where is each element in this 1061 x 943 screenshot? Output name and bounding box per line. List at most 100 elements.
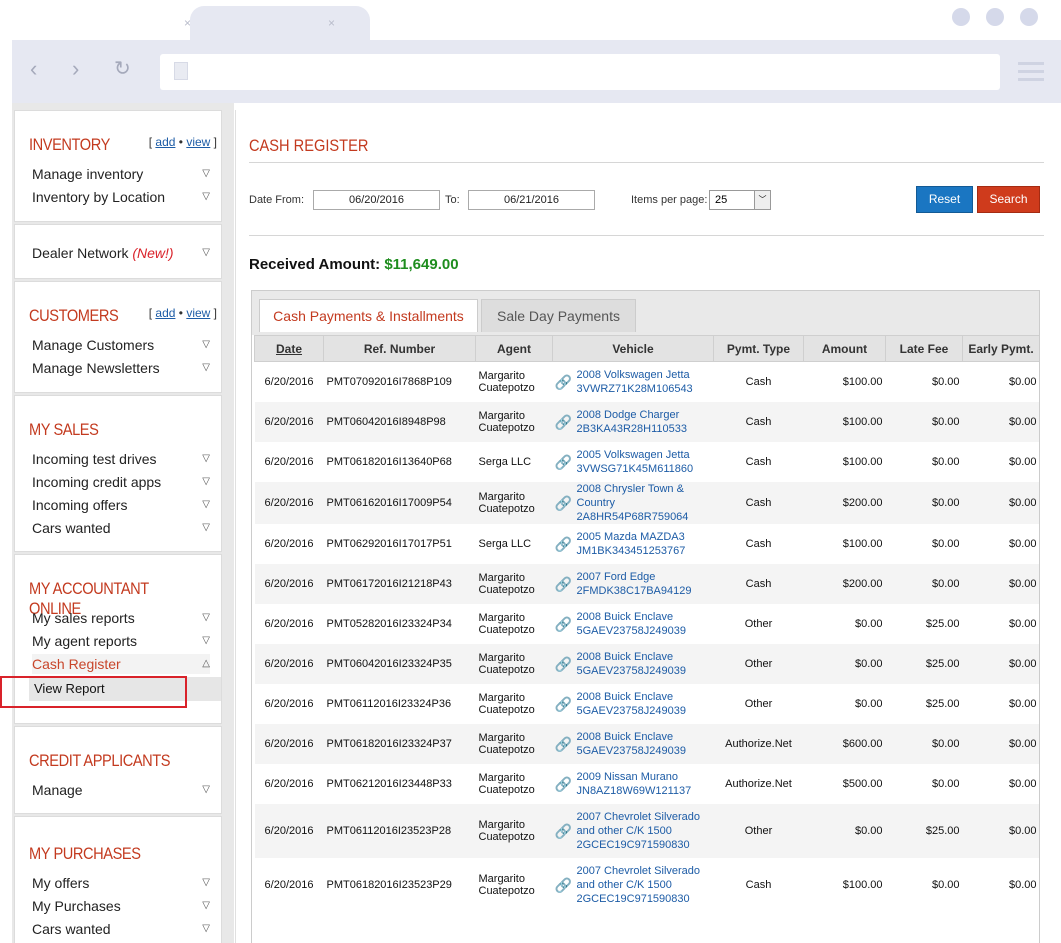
chevron-up-icon: △	[202, 658, 210, 669]
tab-sale-day-payments[interactable]: Sale Day Payments	[481, 299, 636, 332]
my-purchases-panel: MY PURCHASES My offers ▽ My Purchases ▽ Ca…	[14, 816, 222, 943]
sidebar-item-dealer-network[interactable]: Dealer Network (New!) ▽	[32, 243, 210, 263]
sidebar-item-manage-inventory[interactable]: Manage inventory ▽	[32, 164, 210, 184]
sidebar-item-my-sales-reports[interactable]: My sales reports ▽	[32, 608, 210, 628]
cell-early-payment: $0.00	[962, 481, 1039, 524]
items-per-page-select[interactable]: 25 ﹀	[709, 190, 771, 210]
inventory-links: [ add • view ]	[148, 135, 217, 149]
link-icon: 🔗	[554, 775, 572, 792]
sidebar-item-manage[interactable]: Manage ▽	[32, 780, 210, 800]
sidebar-item-incoming-credit-apps[interactable]: Incoming credit apps ▽	[32, 472, 210, 492]
date-from-input[interactable]: 06/20/2016	[313, 190, 440, 210]
received-amount-value: $11,649.00	[384, 256, 459, 273]
cell-date: 6/20/2016	[254, 643, 324, 684]
column-header-agent: Agent	[475, 335, 553, 362]
cell-late-fee: $25.00	[925, 617, 960, 630]
cell-date: 6/20/2016	[254, 803, 324, 858]
items-per-page-label: Items per page:	[631, 194, 708, 206]
cell-vehicle[interactable]: 🔗 2005 Volkswagen Jetta 3VWSG71K45M611860	[553, 442, 714, 482]
cell-early-payment: $0.00	[1008, 537, 1037, 550]
reset-button[interactable]: Reset	[916, 186, 973, 213]
search-button[interactable]: Search	[977, 186, 1040, 213]
inventory-panel: INVENTORY [ add • view ] Manage inventor…	[14, 110, 222, 222]
sidebar-item-inventory-by-location[interactable]: Inventory by Location ▽	[32, 187, 210, 207]
sidebar-item-cash-register[interactable]: Cash Register △	[32, 654, 210, 674]
sidebar-item-manage-customers[interactable]: Manage Customers ▽	[32, 335, 210, 355]
table-row: 6/20/2016 PMT06042016I8948P98 Margarito …	[254, 401, 1039, 442]
sidebar-item-my-offers[interactable]: My offers ▽	[32, 873, 210, 893]
cell-agent: Margarito Cuatepotzo	[475, 643, 553, 684]
reload-icon[interactable]: ↻	[114, 58, 131, 80]
sidebar-item-cars-wanted[interactable]: Cars wanted ▽	[32, 518, 210, 538]
customers-view-link[interactable]: view	[186, 306, 210, 320]
window-maximize-button[interactable]	[986, 8, 1004, 26]
date-to-input[interactable]: 06/21/2016	[468, 190, 595, 210]
cell-vehicle[interactable]: 🔗 2007 Chevrolet Silverado and other C/K …	[552, 803, 714, 858]
close-tab-icon[interactable]: ×	[328, 16, 335, 30]
cell-vehicle[interactable]: 🔗 2008 Buick Enclave 5GAEV23758J249039	[552, 643, 714, 684]
window-close-button[interactable]	[1020, 8, 1038, 26]
cell-payment-type: Cash	[745, 878, 772, 891]
cell-agent: Margarito Cuatepotzo	[478, 611, 535, 636]
back-icon[interactable]: ‹	[30, 58, 37, 80]
vehicle-name: 2005 Volkswagen Jetta	[576, 448, 690, 461]
cell-early-payment: $0.00	[1008, 455, 1037, 468]
cell-early-payment: $0.00	[1008, 878, 1037, 891]
cell-early-payment: $0.00	[962, 643, 1039, 684]
browser-tab[interactable]: ×	[30, 6, 200, 40]
cell-vehicle[interactable]: 🔗 2008 Buick Enclave 5GAEV23758J249039	[552, 723, 714, 764]
cell-agent: Margarito Cuatepotzo	[478, 691, 535, 716]
chevron-down-icon: ▽	[202, 522, 210, 533]
divider	[249, 162, 1044, 163]
tab-cash-payments[interactable]: Cash Payments & Installments	[259, 299, 478, 332]
cell-date: 6/20/2016	[264, 537, 314, 550]
link-icon: 🔗	[554, 695, 572, 712]
sidebar-item-my-purchases[interactable]: My Purchases ▽	[32, 896, 210, 916]
window-minimize-button[interactable]	[952, 8, 970, 26]
cell-amount: $500.00	[842, 777, 883, 790]
inventory-view-link[interactable]: view	[186, 135, 210, 149]
cell-vehicle[interactable]: 🔗 2008 Buick Enclave 5GAEV23758J249039	[553, 684, 714, 724]
cell-payment-type: Other	[744, 617, 773, 630]
link-icon: 🔗	[554, 615, 572, 632]
cell-vehicle[interactable]: 🔗 2008 Volkswagen Jetta 3VWRZ71K28M106543	[553, 362, 714, 402]
cell-vehicle[interactable]: 🔗 2005 Mazda MAZDA3 JM1BK343451253767	[553, 524, 714, 564]
customers-add-link[interactable]: add	[155, 306, 175, 320]
cell-vehicle[interactable]: 🔗 2007 Ford Edge 2FMDK38C17BA94129	[552, 563, 714, 604]
sidebar-item-incoming-test-drives[interactable]: Incoming test drives ▽	[32, 449, 210, 469]
cell-vehicle[interactable]: 🔗 2009 Nissan Murano JN8AZ18W69W121137	[553, 764, 714, 804]
cell-agent: Margarito Cuatepotzo	[475, 563, 553, 604]
table-row: 6/20/2016 PMT06182016I23523P29 Margarito…	[255, 858, 1040, 912]
forward-icon[interactable]: ›	[72, 58, 79, 80]
cell-vehicle[interactable]: 🔗 2008 Buick Enclave 5GAEV23758J249039	[553, 604, 714, 644]
chevron-down-icon: ▽	[202, 476, 210, 487]
cell-vehicle[interactable]: 🔗 2008 Dodge Charger 2B3KA43R28H110533	[552, 401, 714, 442]
cell-vehicle[interactable]: 🔗 2007 Chevrolet Silverado and other C/K …	[553, 858, 714, 912]
customers-panel: CUSTOMERS [ add • view ] Manage Customer…	[14, 281, 222, 393]
sidebar-item-manage-newsletters[interactable]: Manage Newsletters ▽	[32, 358, 210, 378]
cell-vehicle[interactable]: 🔗 2008 Chrysler Town & Country 2A8HR54P68R…	[552, 481, 714, 524]
column-header-early-payment: Early Pymt.	[962, 335, 1039, 362]
hamburger-menu-icon[interactable]	[1018, 62, 1044, 86]
customers-title: CUSTOMERS	[29, 306, 119, 325]
chevron-down-icon: ▽	[202, 362, 210, 373]
cell-ref-number: PMT06212016I23448P33	[326, 777, 452, 790]
chevron-down-icon: ﹀	[754, 191, 770, 209]
vehicle-vin: 5GAEV23758J249039	[576, 744, 686, 757]
vehicle-name: 2008 Buick Enclave	[576, 730, 674, 743]
page-icon	[174, 62, 188, 80]
address-bar[interactable]	[160, 54, 1000, 90]
vehicle-vin: 5GAEV23758J249039	[576, 704, 686, 717]
inventory-add-link[interactable]: add	[155, 135, 175, 149]
vehicle-vin: 5GAEV23758J249039	[576, 624, 686, 637]
cell-date: 6/20/2016	[264, 617, 314, 630]
chevron-down-icon: ▽	[202, 339, 210, 350]
new-badge: (New!)	[132, 245, 174, 261]
browser-tab-active[interactable]: ×	[190, 6, 370, 40]
sidebar-item-incoming-offers[interactable]: Incoming offers ▽	[32, 495, 210, 515]
cell-ref-number: PMT06042016I8948P98	[323, 401, 476, 442]
sidebar-item-my-agent-reports[interactable]: My agent reports ▽	[32, 631, 210, 651]
column-header-date[interactable]: Date	[254, 335, 324, 362]
sidebar-item-purchases-cars-wanted[interactable]: Cars wanted ▽	[32, 919, 210, 939]
chevron-down-icon: ▽	[202, 247, 210, 258]
